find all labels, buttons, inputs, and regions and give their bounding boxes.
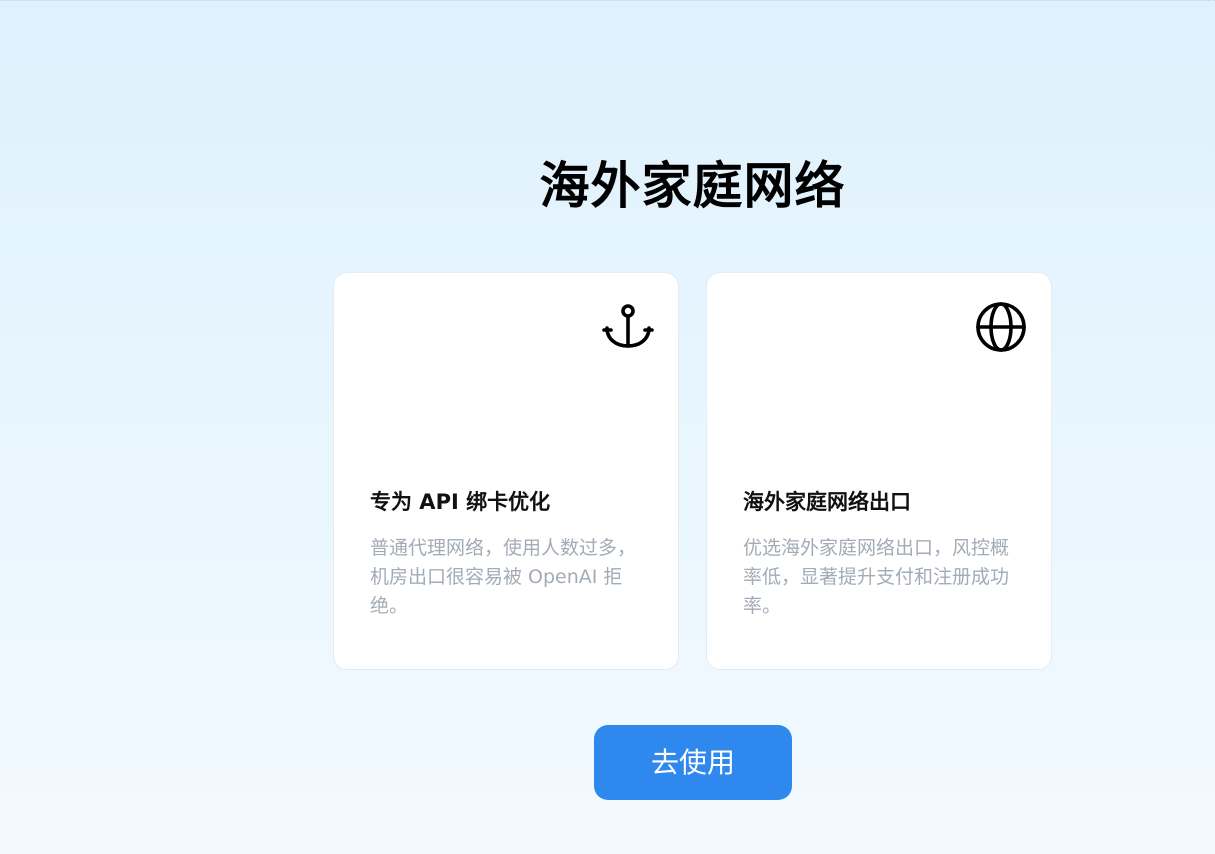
card-description: 优选海外家庭网络出口，风控概率低，显著提升支付和注册成功率。 [743, 537, 1010, 617]
anchor-icon [602, 301, 654, 353]
card-title: 海外家庭网络出口 [743, 490, 911, 514]
use-now-button[interactable]: 去使用 [594, 725, 792, 800]
page-title: 海外家庭网络 [539, 157, 846, 215]
card-title: 专为 API 绑卡优化 [370, 490, 551, 514]
feature-card-home-network: 海外家庭网络出口 优选海外家庭网络出口，风控概率低，显著提升支付和注册成功率。 [706, 272, 1052, 670]
feature-card-api-binding: 专为 API 绑卡优化 普通代理网络，使用人数过多，机房出口很容易被 OpenA… [333, 272, 679, 670]
globe-icon [975, 301, 1027, 353]
card-description: 普通代理网络，使用人数过多，机房出口很容易被 OpenAI 拒绝。 [370, 537, 637, 617]
